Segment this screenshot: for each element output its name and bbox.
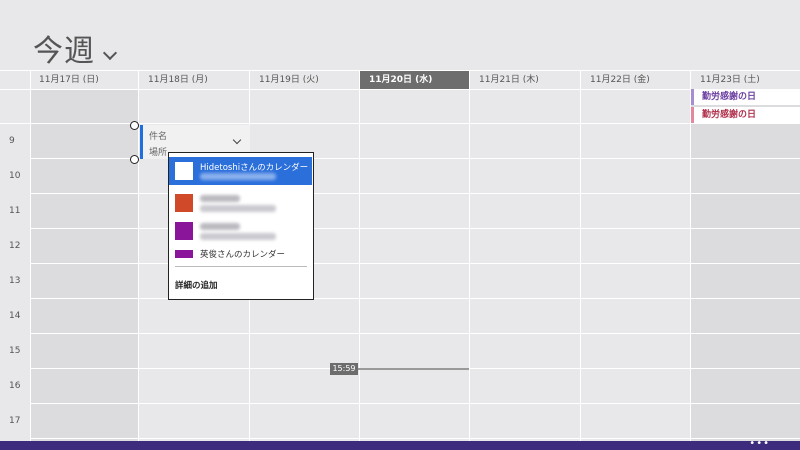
calendar-color-swatch (175, 194, 193, 212)
calendar-color-swatch (175, 250, 193, 258)
day-header-tue[interactable]: 11月19日 (火) (250, 71, 359, 89)
hour-label: 17 (9, 416, 21, 426)
calendar-name-redacted (200, 195, 240, 202)
allday-divider (0, 123, 800, 124)
column-divider (580, 70, 581, 441)
day-header-sun[interactable]: 11月17日 (日) (30, 71, 138, 89)
day-header-wed-today[interactable]: 11月20日 (水) (360, 71, 469, 89)
current-time-badge: 15:59 (330, 363, 358, 375)
day-header-sat[interactable]: 11月23日 (土) (691, 71, 800, 89)
hour-line (30, 193, 800, 194)
day-header-thu[interactable]: 11月21日 (木) (470, 71, 580, 89)
column-divider (469, 70, 470, 441)
column-divider (359, 70, 360, 441)
page-title: 今週 (33, 34, 95, 69)
hour-label: 15 (9, 346, 21, 356)
calendar-color-swatch (175, 162, 193, 180)
hour-label: 11 (9, 206, 21, 216)
day-header-mon[interactable]: 11月18日 (月) (139, 71, 249, 89)
chevron-down-icon[interactable] (102, 45, 118, 61)
current-time-line (358, 368, 469, 370)
calendar-name-redacted (200, 223, 240, 230)
holiday-event[interactable]: 勤労感謝の日 (691, 89, 800, 105)
calendar-option[interactable]: Hidetoshiさんのカレンダー (169, 157, 312, 185)
app-bar: ••• (0, 438, 800, 450)
hour-label: 13 (9, 276, 21, 286)
chevron-down-icon[interactable] (232, 135, 242, 145)
hour-label: 9 (9, 136, 15, 146)
more-options-icon[interactable]: ••• (749, 438, 770, 449)
subject-field[interactable]: 件名 (149, 129, 167, 142)
hour-line (30, 403, 800, 404)
calendar-option[interactable] (169, 189, 312, 217)
column-divider (690, 70, 691, 441)
hour-line (30, 438, 800, 439)
calendar-account-redacted (200, 233, 276, 240)
hour-line (30, 263, 800, 264)
weekend-column-saturday (691, 89, 800, 441)
column-divider (30, 70, 31, 441)
calendar-option[interactable]: 英俊さんのカレンダー (169, 243, 312, 263)
calendar-account-redacted (200, 173, 276, 180)
calendar-account-redacted (200, 205, 276, 212)
calendar-name: 英俊さんのカレンダー (200, 250, 286, 260)
page-title-wrap[interactable]: 今週 (33, 26, 118, 70)
resize-handle-bottom[interactable] (130, 155, 139, 164)
hour-label: 14 (9, 311, 21, 321)
calendar-picker-menu: Hidetoshiさんのカレンダー 英俊さんのカレンダー 詳細の追加 (168, 152, 314, 300)
calendar-option[interactable] (169, 217, 312, 245)
holiday-event[interactable]: 勤労感謝の日 (691, 107, 800, 123)
calendar-color-swatch (175, 222, 193, 240)
resize-handle-top[interactable] (130, 121, 139, 130)
hour-label: 10 (9, 171, 21, 181)
hour-line (30, 298, 800, 299)
hour-line (30, 333, 800, 334)
day-header-fri[interactable]: 11月22日 (金) (581, 71, 690, 89)
menu-separator (175, 266, 307, 267)
weekend-column-sunday (30, 89, 138, 441)
hour-label: 12 (9, 241, 21, 251)
header-divider (0, 89, 800, 90)
week-grid[interactable]: 11月17日 (日) 11月18日 (月) 11月19日 (火) 11月20日 … (0, 70, 800, 441)
location-field[interactable]: 場所 (149, 145, 167, 158)
add-details-link[interactable]: 詳細の追加 (175, 279, 218, 291)
hour-label: 16 (9, 381, 21, 391)
calendar-name: Hidetoshiさんのカレンダー (200, 163, 309, 173)
hour-line (30, 228, 800, 229)
